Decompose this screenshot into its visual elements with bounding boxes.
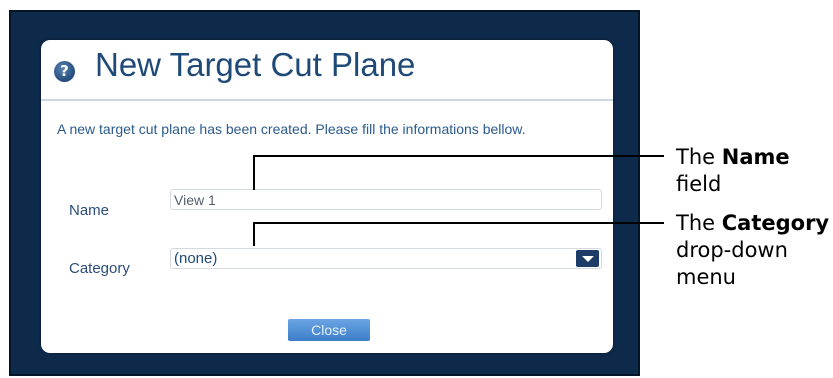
dialog-title: New Target Cut Plane [95, 46, 416, 83]
category-dropdown-callout: The Category drop-down menu [676, 210, 829, 291]
close-button[interactable]: Close [288, 319, 370, 341]
help-icon[interactable]: ? [54, 61, 75, 82]
dropdown-toggle-button[interactable] [576, 250, 599, 267]
dialog-message: A new target cut plane has been created.… [57, 121, 526, 137]
callout-bold-term: Name [721, 145, 790, 169]
new-target-cut-plane-dialog: ? New Target Cut Plane A new target cut … [41, 40, 613, 353]
category-callout-leader-vertical [253, 222, 255, 246]
name-label: Name [69, 202, 110, 219]
category-selected-value: (none) [174, 250, 218, 267]
category-dropdown[interactable]: (none) [170, 248, 602, 269]
callout-prefix: The [676, 145, 716, 169]
name-field-callout: The Name field [676, 144, 790, 198]
callout-bold-term: Category [721, 211, 830, 235]
callout-line-3: menu [676, 265, 736, 289]
callout-prefix: The [676, 211, 716, 235]
chevron-down-icon [582, 256, 594, 262]
title-divider [41, 99, 613, 101]
name-input[interactable] [170, 189, 602, 210]
category-label: Category [69, 260, 130, 277]
callout-line-2: drop-down [676, 238, 788, 262]
name-callout-leader-horizontal [253, 155, 664, 157]
name-callout-leader-vertical [253, 155, 255, 190]
annotated-screenshot: ? New Target Cut Plane A new target cut … [0, 0, 833, 378]
category-callout-leader-horizontal [253, 222, 664, 224]
callout-suffix: field [676, 172, 722, 196]
